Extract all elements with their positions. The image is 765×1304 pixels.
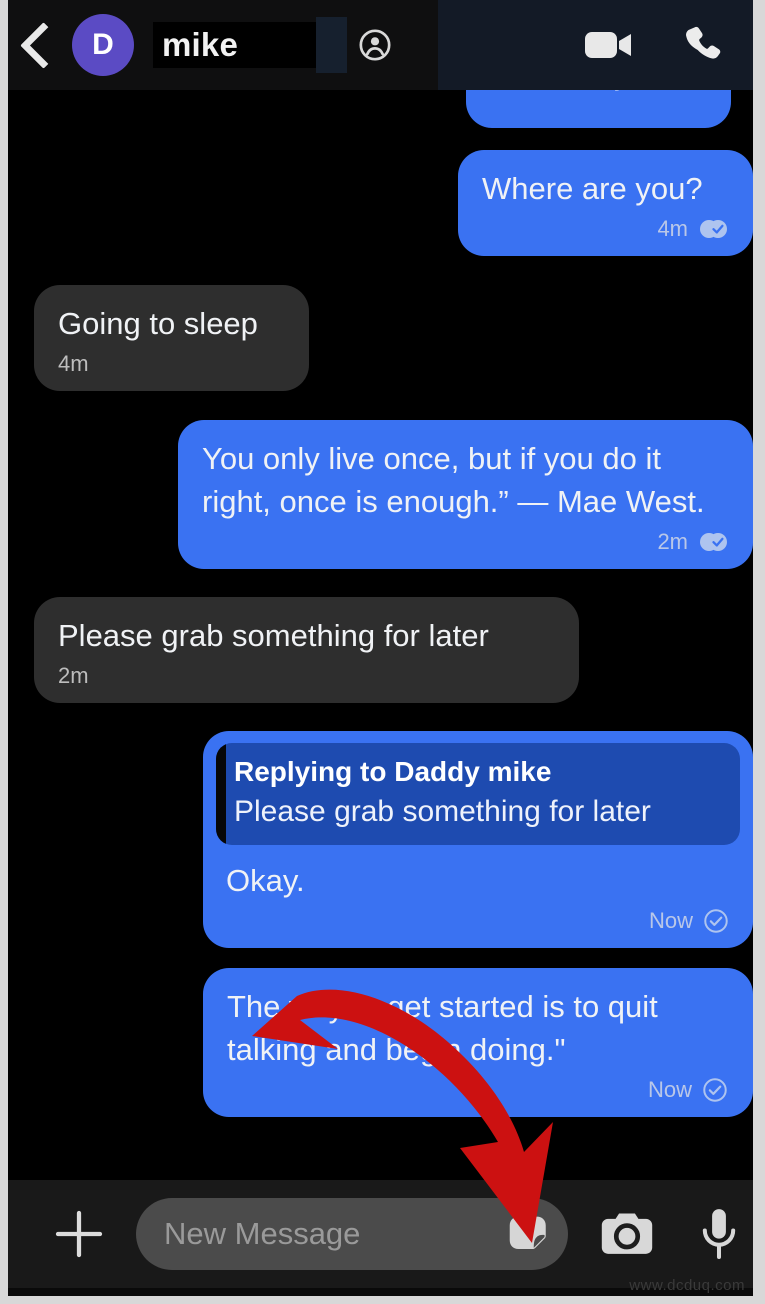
message-meta: 4m <box>482 212 729 246</box>
camera-icon <box>601 1213 653 1254</box>
message-input-placeholder: New Message <box>164 1216 361 1251</box>
message-bubble-outgoing[interactable]: Where are you? 4m <box>458 150 753 256</box>
reply-quote-text: Please grab something for later <box>234 795 651 828</box>
message-bubble-outgoing[interactable]: The way to get started is to quit talkin… <box>203 968 753 1117</box>
message-timestamp: 4m <box>657 216 688 241</box>
message-composer: New Message <box>8 1180 753 1288</box>
message-timestamp: 4m <box>58 351 89 376</box>
message-row: You only live once, but if you do it rig… <box>8 420 753 569</box>
message-bubble-clipped[interactable]: How are you? <box>466 90 731 128</box>
read-receipt-double-check-icon <box>697 217 729 241</box>
read-receipt-double-check-icon <box>697 530 729 554</box>
message-timestamp: 2m <box>58 663 89 688</box>
watermark: www.dcduq.com <box>629 1277 745 1294</box>
message-row: The way to get started is to quit talkin… <box>8 968 753 1117</box>
reply-quote-title: Replying to Daddy mike <box>234 756 552 787</box>
message-meta: 2m <box>202 525 729 559</box>
sticker-icon <box>509 1216 546 1250</box>
sent-receipt-check-icon <box>701 1076 729 1104</box>
sticker-button[interactable] <box>502 1207 556 1261</box>
plus-icon <box>55 1210 103 1258</box>
reply-quote[interactable]: Replying to Daddy mike Please grab somet… <box>216 743 740 845</box>
chat-title-group[interactable]: mike <box>153 17 392 73</box>
app-screen: D mike Where are you? 4m Going to sleep … <box>8 0 753 1296</box>
message-timestamp: 2m <box>657 529 688 554</box>
back-chevron-icon <box>19 21 67 69</box>
header-actions <box>561 0 753 90</box>
message-row: Please grab something for later 2m <box>8 597 753 703</box>
reply-quote-accent-bar <box>216 743 226 845</box>
message-row: Where are you? 4m <box>8 150 753 256</box>
message-row: Replying to Daddy mike Please grab somet… <box>8 731 753 948</box>
message-input-field[interactable]: New Message <box>136 1198 568 1270</box>
message-bubble-outgoing[interactable]: You only live once, but if you do it rig… <box>178 420 753 569</box>
chat-header: D mike <box>8 0 753 90</box>
message-meta: 4m <box>58 347 285 381</box>
message-meta: Now <box>216 904 740 938</box>
redaction-block <box>316 17 347 73</box>
avatar[interactable]: D <box>72 14 134 76</box>
page-title: mike <box>162 26 239 63</box>
message-text: The way to get started is to quit talkin… <box>227 989 658 1067</box>
voice-call-button[interactable] <box>657 0 753 90</box>
message-text: How are you? <box>490 90 681 95</box>
video-camera-icon <box>585 32 631 58</box>
message-text: Where are you? <box>482 171 703 206</box>
message-timestamp: Now <box>647 1077 692 1102</box>
phone-icon <box>686 26 721 59</box>
video-call-button[interactable] <box>561 0 657 90</box>
message-text: Going to sleep <box>58 306 258 341</box>
message-row: Going to sleep 4m <box>8 285 753 391</box>
message-bubble-reply[interactable]: Replying to Daddy mike Please grab somet… <box>203 731 753 948</box>
person-circle-icon[interactable] <box>358 28 392 62</box>
message-bubble-incoming[interactable]: Please grab something for later 2m <box>34 597 579 703</box>
message-thread[interactable]: How are you? Where are you? 4m <box>8 90 753 1188</box>
add-attachment-button[interactable] <box>46 1201 112 1267</box>
microphone-button[interactable] <box>688 1203 750 1265</box>
camera-button[interactable] <box>596 1203 658 1265</box>
sent-receipt-check-icon <box>702 907 730 935</box>
message-text: You only live once, but if you do it rig… <box>202 441 705 519</box>
avatar-initial: D <box>92 28 114 61</box>
message-bubble-incoming[interactable]: Going to sleep 4m <box>34 285 309 391</box>
back-button[interactable] <box>8 0 70 90</box>
microphone-icon <box>702 1209 736 1260</box>
phone-frame: D mike Where are you? 4m Going to sleep … <box>0 0 765 1304</box>
message-timestamp: Now <box>648 908 693 933</box>
message-meta: Now <box>227 1073 729 1107</box>
message-text: Please grab something for later <box>58 618 489 653</box>
message-meta: 2m <box>58 659 555 693</box>
message-text: Okay. <box>226 863 305 898</box>
name-redaction-bar: mike <box>153 22 328 68</box>
